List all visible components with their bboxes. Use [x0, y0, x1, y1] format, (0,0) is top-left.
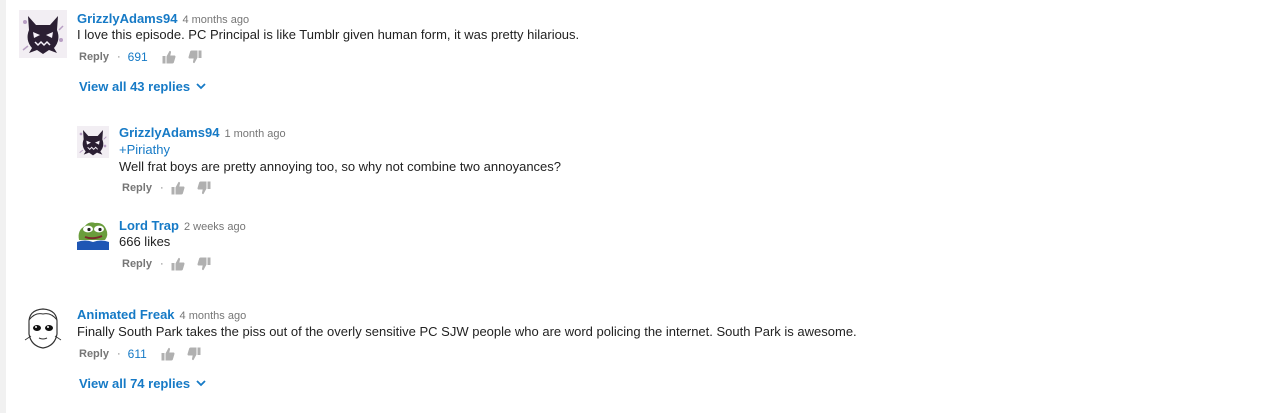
view-replies-label: View all 74 replies	[79, 376, 191, 391]
view-replies-label: View all 43 replies	[79, 79, 191, 94]
comment-thread: Animated Freak 4 months ago Finally South…	[6, 297, 1266, 407]
comment-text: Finally South Park takes the piss out of…	[77, 324, 857, 339]
like-count: 691	[127, 50, 148, 64]
comment-actions: Reply ·	[122, 178, 223, 198]
reply-button[interactable]: Reply	[79, 348, 109, 360]
reply-button[interactable]: Reply	[79, 51, 109, 63]
comment-thread: GrizzlyAdams94 4 months ago I love this e…	[6, 0, 1266, 100]
comment-timestamp[interactable]: 1 month ago	[224, 128, 285, 140]
comment-author[interactable]: Animated Freak	[77, 307, 175, 322]
comment-header: GrizzlyAdams94 1 month ago	[119, 124, 286, 142]
comment-author[interactable]: Lord Trap	[119, 218, 179, 233]
comment-timestamp[interactable]: 4 months ago	[180, 310, 247, 322]
thumbs-up-icon[interactable]	[161, 347, 175, 361]
mention-link[interactable]: +Piriathy	[119, 141, 170, 158]
comment-text: I love this episode. PC Principal is lik…	[77, 27, 580, 42]
avatar[interactable]	[19, 304, 67, 352]
separator-dot: ·	[116, 348, 121, 360]
ghost-cat-icon	[77, 126, 109, 158]
comment-actions: Reply · 611	[79, 344, 213, 364]
comment-actions: Reply · 691	[79, 47, 214, 67]
view-replies-button[interactable]: View all 43 replies	[79, 79, 206, 94]
comment-header: Animated Freak 4 months ago	[77, 306, 246, 324]
thumbs-up-icon[interactable]	[171, 257, 185, 271]
comment-author[interactable]: GrizzlyAdams94	[119, 125, 219, 140]
separator-dot: ·	[159, 182, 164, 194]
avatar[interactable]	[77, 126, 109, 158]
comments-panel: GrizzlyAdams94 4 months ago I love this e…	[6, 0, 1274, 413]
comment-timestamp[interactable]: 4 months ago	[182, 14, 249, 26]
thumbs-down-icon[interactable]	[197, 181, 211, 195]
comment-author[interactable]: GrizzlyAdams94	[77, 11, 177, 26]
comment-timestamp[interactable]: 2 weeks ago	[184, 221, 246, 233]
comment-actions: Reply ·	[122, 254, 223, 274]
reply-button[interactable]: Reply	[122, 182, 152, 194]
comment-text: Well frat boys are pretty annoying too, …	[119, 159, 562, 174]
comment-text: 666 likes	[119, 234, 171, 249]
reply-comment: GrizzlyAdams94 1 month ago +Piriathy Well…	[6, 120, 1266, 210]
reply-comment: Lord Trap 2 weeks ago 666 likes Reply ·	[6, 212, 1266, 282]
thumbs-down-icon[interactable]	[197, 257, 211, 271]
chevron-down-icon	[196, 380, 206, 387]
ghost-cat-icon	[19, 10, 67, 58]
avatar[interactable]	[19, 10, 67, 58]
thumbs-up-icon[interactable]	[162, 50, 176, 64]
reply-button[interactable]: Reply	[122, 258, 152, 270]
thumbs-down-icon[interactable]	[188, 50, 202, 64]
chevron-down-icon	[196, 83, 206, 90]
like-count: 611	[127, 347, 147, 361]
separator-dot: ·	[159, 258, 164, 270]
view-replies-button[interactable]: View all 74 replies	[79, 376, 206, 391]
thumbs-up-icon[interactable]	[171, 181, 185, 195]
thumbs-down-icon[interactable]	[187, 347, 201, 361]
separator-dot: ·	[116, 51, 121, 63]
frog-icon	[77, 218, 109, 250]
avatar[interactable]	[77, 218, 109, 250]
sketch-face-icon	[19, 304, 67, 352]
